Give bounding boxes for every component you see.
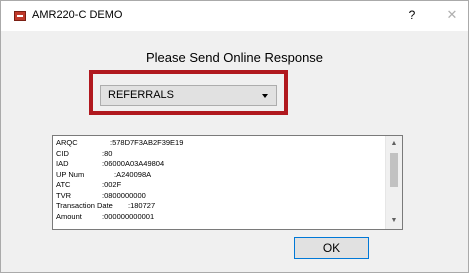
detail-key: ATC [56,180,71,189]
detail-key: CID [56,148,69,158]
close-icon[interactable]: ✕ [445,7,459,23]
detail-value: :A240098A [114,169,152,179]
response-dropdown[interactable]: REFERRALS [100,85,277,106]
window-title: AMR220-C DEMO [32,9,123,21]
help-button[interactable]: ? [405,7,419,23]
scroll-up-icon[interactable]: ▲ [386,136,402,152]
detail-value: :06000A03A49804 [102,159,165,168]
detail-value: :80 [102,148,113,158]
ok-button[interactable]: OK [294,237,369,259]
detail-value: :002F [102,180,122,189]
detail-value: :0800000000 [102,190,146,200]
prompt-heading: Please Send Online Response [145,50,324,65]
scrollbar-thumb[interactable] [390,153,398,187]
detail-key: UP Num [56,169,85,179]
vertical-scrollbar[interactable]: ▲ ▼ [385,136,402,229]
scroll-down-icon[interactable]: ▼ [386,213,402,229]
detail-key: Transaction Date [56,201,113,210]
title-bar[interactable]: AMR220-C DEMO ? ✕ [1,1,468,31]
dialog-window: AMR220-C DEMO ? ✕ Please Send Online Res… [0,0,469,273]
detail-key: ARQC [56,138,78,147]
chevron-down-icon [262,94,268,98]
app-icon [14,11,26,21]
detail-key: TVR [56,190,71,200]
detail-value: :000000000001 [102,211,155,221]
detail-value: :578D7F3AB2F39E19 [110,138,184,147]
detail-key: Amount [56,211,82,221]
detail-key: IAD [56,159,69,168]
detail-value: :180727 [128,201,156,210]
dropdown-selected-value: REFERRALS [108,89,175,101]
transaction-details-textarea[interactable]: ARQC :578D7F3AB2F39E19 CID :80 IAD :0600… [52,135,403,230]
